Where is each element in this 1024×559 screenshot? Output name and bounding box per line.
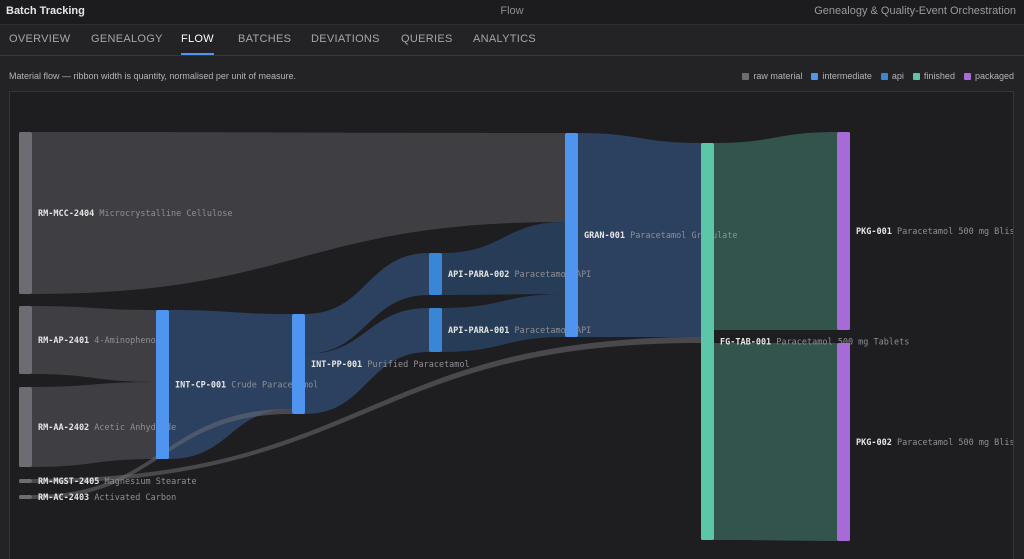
node-desc-text: Paracetamol 500 mg Blister bbox=[892, 227, 1014, 237]
tab-queries[interactable]: QUERIES bbox=[401, 25, 453, 53]
node-rm-ap-2401[interactable] bbox=[19, 306, 32, 374]
legend-label-intermediate: intermediate bbox=[822, 71, 872, 81]
legend-item-api: api bbox=[880, 71, 904, 81]
legend-item-intermediate: intermediate bbox=[811, 71, 872, 81]
node-id-text: FG-TAB-001 bbox=[720, 338, 771, 348]
tab-flow[interactable]: FLOW bbox=[181, 25, 214, 55]
node-id-text: RM-MCC-2404 bbox=[38, 209, 94, 219]
tab-analytics[interactable]: ANALYTICS bbox=[473, 25, 536, 53]
tab-genealogy[interactable]: GENEALOGY bbox=[91, 25, 163, 53]
node-id-text: RM-AA-2402 bbox=[38, 423, 89, 433]
legend-swatch-raw bbox=[742, 72, 750, 80]
node-desc-text: Paracetamol API bbox=[509, 270, 591, 280]
flow-link-api-para-001-to-gran-001[interactable] bbox=[442, 294, 565, 352]
legend: raw material intermediate api finished p… bbox=[742, 71, 1014, 81]
node-int-cp-001[interactable] bbox=[156, 310, 169, 459]
node-id-text: RM-AC-2403 bbox=[38, 493, 89, 503]
node-desc-text: Microcrystalline Cellulose bbox=[94, 209, 232, 219]
flow-diagram-panel: RM-MCC-2404 Microcrystalline Cellulose RM… bbox=[9, 91, 1014, 559]
node-desc-text: Paracetamol Granulate bbox=[625, 231, 738, 241]
node-id-text: RM-AP-2401 bbox=[38, 336, 89, 346]
legend-item-raw: raw material bbox=[742, 71, 802, 81]
node-id-text: INT-CP-001 bbox=[175, 381, 226, 391]
node-rm-aa-2402[interactable] bbox=[19, 387, 32, 467]
node-label-gran-001: GRAN-001 Paracetamol Granulate bbox=[584, 231, 738, 241]
legend-label-finished: finished bbox=[923, 71, 955, 81]
app-subtitle: Genealogy & Quality-Event Orchestration bbox=[814, 5, 1016, 17]
node-desc-text: Activated Carbon bbox=[89, 493, 176, 503]
node-int-pp-001[interactable] bbox=[292, 314, 305, 414]
flow-caption: Material flow — ribbon width is quantity… bbox=[9, 71, 296, 81]
title-bar: Batch Tracking Flow Genealogy & Quality-… bbox=[0, 0, 1024, 25]
tab-overview[interactable]: OVERVIEW bbox=[9, 25, 71, 53]
legend-label-raw: raw material bbox=[753, 71, 803, 81]
node-rm-mcc-2404[interactable] bbox=[19, 132, 32, 294]
node-api-para-001[interactable] bbox=[429, 308, 442, 352]
node-pkg-001[interactable] bbox=[837, 132, 850, 330]
node-id-text: PKG-002 bbox=[856, 438, 892, 448]
node-id-text: PKG-001 bbox=[856, 227, 892, 237]
node-label-rm-ap-2401: RM-AP-2401 4-Aminophenol bbox=[38, 336, 161, 346]
node-gran-001[interactable] bbox=[565, 133, 578, 337]
node-label-rm-mcc-2404: RM-MCC-2404 Microcrystalline Cellulose bbox=[38, 209, 232, 219]
node-desc-text: Purified Paracetamol bbox=[362, 360, 469, 370]
sankey-diagram: RM-MCC-2404 Microcrystalline CelluloseRM… bbox=[19, 132, 1014, 541]
node-rm-ac-2403[interactable] bbox=[19, 495, 32, 499]
legend-swatch-intermediate bbox=[811, 72, 819, 80]
node-desc-text: Paracetamol API bbox=[509, 326, 591, 336]
node-label-fg-tab-001: FG-TAB-001 Paracetamol 500 mg Tablets bbox=[720, 338, 909, 348]
node-fg-tab-001[interactable] bbox=[701, 143, 714, 540]
node-label-int-pp-001: INT-PP-001 Purified Paracetamol bbox=[311, 360, 470, 370]
tab-deviations[interactable]: DEVIATIONS bbox=[311, 25, 380, 53]
legend-item-packaged: packaged bbox=[963, 71, 1014, 81]
flow-link-fg-tab-001-to-pkg-002[interactable] bbox=[714, 343, 837, 541]
flow-link-api-para-002-to-gran-001[interactable] bbox=[442, 222, 565, 295]
tab-bar: OVERVIEW GENEALOGY FLOW BATCHES DEVIATIO… bbox=[0, 25, 1024, 56]
node-label-rm-mgst-2405: RM-MGST-2405 Magnesium Stearate bbox=[38, 477, 197, 487]
node-id-text: GRAN-001 bbox=[584, 231, 625, 241]
node-id-text: RM-MGST-2405 bbox=[38, 477, 99, 487]
node-rm-mgst-2405[interactable] bbox=[19, 479, 32, 483]
node-id-text: INT-PP-001 bbox=[311, 360, 362, 370]
node-label-rm-ac-2403: RM-AC-2403 Activated Carbon bbox=[38, 493, 176, 503]
legend-label-api: api bbox=[891, 71, 904, 81]
node-pkg-002[interactable] bbox=[837, 343, 850, 541]
node-desc-text: 4-Aminophenol bbox=[89, 336, 161, 346]
legend-swatch-packaged bbox=[963, 72, 971, 80]
node-api-para-002[interactable] bbox=[429, 253, 442, 295]
tab-batches[interactable]: BATCHES bbox=[238, 25, 291, 53]
node-label-pkg-001: PKG-001 Paracetamol 500 mg Blister bbox=[856, 227, 1014, 237]
node-label-pkg-002: PKG-002 Paracetamol 500 mg Blister bbox=[856, 438, 1014, 448]
node-desc-text: Paracetamol 500 mg Blister bbox=[892, 438, 1014, 448]
legend-swatch-api bbox=[880, 72, 888, 80]
legend-swatch-finished bbox=[912, 72, 920, 80]
node-id-text: API-PARA-001 bbox=[448, 326, 509, 336]
node-id-text: API-PARA-002 bbox=[448, 270, 509, 280]
legend-label-packaged: packaged bbox=[974, 71, 1014, 81]
node-label-rm-aa-2402: RM-AA-2402 Acetic Anhydride bbox=[38, 423, 176, 433]
legend-item-finished: finished bbox=[912, 71, 955, 81]
node-desc-text: Magnesium Stearate bbox=[99, 477, 196, 487]
